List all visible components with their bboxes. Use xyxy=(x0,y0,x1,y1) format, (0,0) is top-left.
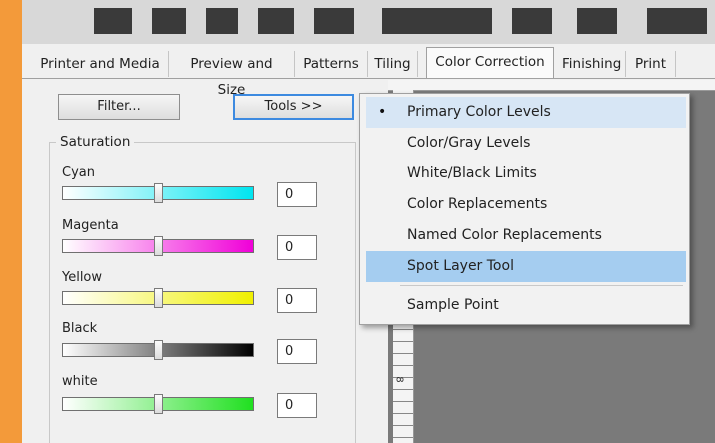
tab-patterns[interactable]: Patterns xyxy=(295,51,368,77)
menu-item-label: Named Color Replacements xyxy=(407,227,602,243)
menu-item-label: Primary Color Levels xyxy=(407,104,551,120)
menu-item-label: Sample Point xyxy=(407,297,499,313)
menu-item-color-gray-levels[interactable]: Color/Gray Levels xyxy=(366,128,686,159)
magenta-slider-thumb[interactable] xyxy=(154,236,163,256)
filter-button[interactable]: Filter... xyxy=(58,94,180,120)
menu-separator xyxy=(400,285,683,286)
cyan-label: Cyan xyxy=(62,165,95,180)
toolbar-field[interactable] xyxy=(382,8,492,34)
toolbar xyxy=(22,0,715,45)
magenta-label: Magenta xyxy=(62,218,119,233)
tab-preview-and-size[interactable]: Preview and Size xyxy=(169,51,295,98)
tab-print[interactable]: Print xyxy=(626,51,676,77)
black-slider[interactable] xyxy=(62,340,254,360)
magenta-slider[interactable] xyxy=(62,236,254,256)
toolbar-button-4[interactable] xyxy=(258,8,294,34)
yellow-label: Yellow xyxy=(62,270,103,285)
menu-item-sample-point[interactable]: Sample Point xyxy=(366,290,686,321)
black-slider-thumb[interactable] xyxy=(154,340,163,360)
menu-item-label: Color/Gray Levels xyxy=(407,135,531,151)
tab-finishing[interactable]: Finishing xyxy=(556,51,626,77)
white-label: white xyxy=(62,374,98,389)
toolbar-button-6[interactable] xyxy=(512,8,552,34)
toolbar-button-8[interactable] xyxy=(647,8,707,34)
cyan-slider-thumb[interactable] xyxy=(154,183,163,203)
saturation-title: Saturation xyxy=(56,134,135,150)
white-slider-thumb[interactable] xyxy=(154,394,163,414)
magenta-value-field[interactable]: 0 xyxy=(277,235,317,260)
tab-printer-and-media[interactable]: Printer and Media xyxy=(32,51,169,77)
white-value-field[interactable]: 0 xyxy=(277,393,317,418)
bullet-icon: • xyxy=(378,104,387,120)
tab-tiling[interactable]: Tiling xyxy=(368,51,418,77)
yellow-slider[interactable] xyxy=(62,288,254,308)
menu-item-white-black-limits[interactable]: White/Black Limits xyxy=(366,158,686,189)
tab-color-correction[interactable]: Color Correction xyxy=(426,47,554,78)
toolbar-button-7[interactable] xyxy=(577,8,617,34)
black-value-field[interactable]: 0 xyxy=(277,339,317,364)
tab-bar: Printer and Media Preview and Size Patte… xyxy=(22,44,715,98)
tools-button[interactable]: Tools >> xyxy=(233,94,354,120)
horizontal-ruler xyxy=(388,80,715,91)
black-label: Black xyxy=(62,321,98,336)
cyan-value-field[interactable]: 0 xyxy=(277,182,317,207)
toolbar-button-1[interactable] xyxy=(94,8,132,34)
white-slider[interactable] xyxy=(62,394,254,414)
ruler-number: 8 xyxy=(393,376,405,383)
yellow-value-field[interactable]: 0 xyxy=(277,288,317,313)
menu-item-label: Spot Layer Tool xyxy=(407,258,514,274)
cyan-slider[interactable] xyxy=(62,183,254,203)
toolbar-button-2[interactable] xyxy=(152,8,186,34)
menu-item-color-replacements[interactable]: Color Replacements xyxy=(366,189,686,220)
menu-item-primary-color-levels[interactable]: • Primary Color Levels xyxy=(366,97,686,128)
toolbar-button-5[interactable] xyxy=(314,8,354,34)
menu-item-spot-layer-tool[interactable]: Spot Layer Tool xyxy=(366,251,686,282)
menu-item-named-color-replacements[interactable]: Named Color Replacements xyxy=(366,220,686,251)
tools-menu: • Primary Color Levels Color/Gray Levels… xyxy=(359,93,690,325)
menu-item-label: White/Black Limits xyxy=(407,165,537,181)
menu-item-label: Color Replacements xyxy=(407,196,548,212)
app-window: Printer and Media Preview and Size Patte… xyxy=(22,0,715,443)
yellow-slider-thumb[interactable] xyxy=(154,288,163,308)
toolbar-button-3[interactable] xyxy=(206,8,238,34)
